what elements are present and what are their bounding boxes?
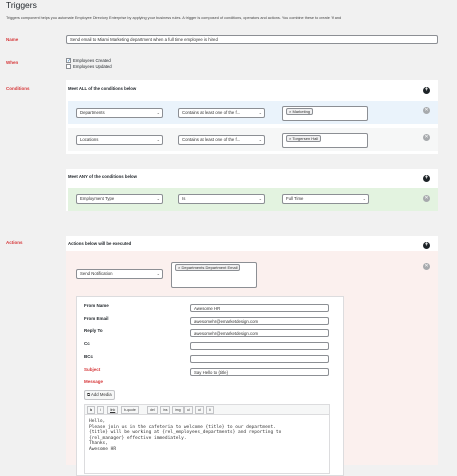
message-editor[interactable]: Hello, Please join us in the cafeteria t… <box>84 414 330 474</box>
condition-field-select[interactable]: Departments ⌄ <box>76 108 163 118</box>
all-conditions-heading: Meet ALL of the conditions below <box>68 86 137 91</box>
chevron-down-icon: ⌄ <box>156 196 160 201</box>
from-name-input[interactable]: Awesome HR <box>190 304 329 312</box>
ins-button[interactable]: ins <box>160 406 171 414</box>
italic-button[interactable]: i <box>97 406 104 414</box>
bcc-label: BCc <box>84 354 94 359</box>
remove-condition-button[interactable]: ✕ <box>423 107 430 114</box>
value-tag[interactable]: × Torgersen Hall <box>286 135 322 142</box>
conditions-label: Conditions <box>6 86 30 91</box>
add-media-button[interactable]: ⧉ Add Media <box>84 390 115 400</box>
action-type-select[interactable]: Send Notification ⌄ <box>76 269 163 279</box>
reply-to-label: Reply To <box>84 328 103 333</box>
recipient-input[interactable]: × Departments Department Email <box>171 262 257 288</box>
cc-label: Cc <box>84 341 90 346</box>
trigger-name-input[interactable]: Send email to Miami Marketing department… <box>66 35 438 44</box>
chevron-down-icon: ⌄ <box>362 196 366 201</box>
page-title: Triggers <box>6 0 37 10</box>
chevron-down-icon: ⌄ <box>258 196 262 201</box>
actions-label: Actions <box>6 240 23 245</box>
from-name-label: From Name <box>84 303 109 308</box>
condition-operator-select[interactable]: Contains at least one of the f... ⌄ <box>178 135 265 145</box>
chevron-down-icon: ⌄ <box>258 110 262 115</box>
chevron-down-icon: ⌄ <box>156 110 160 115</box>
bold-button[interactable]: b <box>87 406 96 414</box>
ol-button[interactable]: ol <box>195 406 204 414</box>
remove-condition-button[interactable]: ✕ <box>423 134 430 141</box>
when-label: When <box>6 60 19 65</box>
img-button[interactable]: img <box>172 406 184 414</box>
condition-field-select[interactable]: Locations ⌄ <box>76 135 163 145</box>
name-label: Name <box>6 37 19 42</box>
add-all-condition-button[interactable]: + <box>423 87 430 94</box>
remove-condition-button[interactable]: ✕ <box>423 195 430 202</box>
recipient-tag[interactable]: × Departments Department Email <box>175 264 241 271</box>
cc-input[interactable] <box>190 342 329 350</box>
condition-value-select[interactable]: Full Time ⌄ <box>282 194 369 204</box>
when-options: ✓ Employees Created Employees Updated <box>66 57 112 69</box>
add-any-condition-button[interactable]: + <box>423 175 430 182</box>
reply-to-input[interactable]: awesomehr@emarketdesign.com <box>190 329 329 337</box>
subject-label: Subject <box>84 367 101 372</box>
chevron-down-icon: ⌄ <box>156 137 160 142</box>
condition-field-select[interactable]: Employment Type ⌄ <box>76 194 163 204</box>
subject-input[interactable]: Say Hello to {title} <box>190 368 329 376</box>
checked-icon: ✓ <box>66 57 72 64</box>
condition-operator-select[interactable]: Is ⌄ <box>178 194 265 204</box>
condition-operator-select[interactable]: Contains at least one of the f... ⌄ <box>178 108 265 118</box>
blockquote-button[interactable]: b-quote <box>121 406 139 414</box>
any-conditions-heading: Meet ANY of the conditions below <box>68 174 137 179</box>
condition-value-input[interactable]: × Torgersen Hall <box>282 133 368 148</box>
chevron-down-icon: ⌄ <box>156 271 160 276</box>
message-label: Message <box>84 379 104 384</box>
actions-heading: Actions below will be executed <box>68 241 132 246</box>
del-button[interactable]: del <box>147 406 158 414</box>
ul-button[interactable]: ul <box>184 406 193 414</box>
from-email-label: From Email <box>84 316 109 321</box>
from-email-input[interactable]: awesomehr@emarketdesign.com <box>190 317 329 325</box>
media-icon: ⧉ <box>87 392 91 397</box>
condition-value-input[interactable]: × Marketing <box>282 106 368 121</box>
link-button[interactable]: link <box>107 406 119 414</box>
chevron-down-icon: ⌄ <box>258 137 262 142</box>
li-button[interactable]: li <box>206 406 214 414</box>
remove-action-button[interactable]: ✕ <box>423 263 430 270</box>
value-tag[interactable]: × Marketing <box>286 108 314 115</box>
add-action-button[interactable]: + <box>423 242 430 249</box>
employees-updated-checkbox[interactable]: Employees Updated <box>66 63 112 69</box>
bcc-input[interactable] <box>190 355 329 363</box>
page-description: Triggers component helps you automate Em… <box>6 16 342 20</box>
employees-created-checkbox[interactable]: ✓ Employees Created <box>66 57 112 63</box>
